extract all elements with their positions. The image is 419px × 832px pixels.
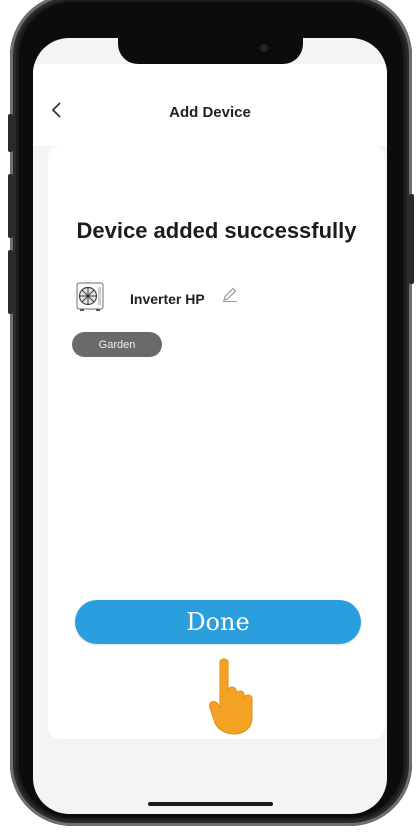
volume-up-button — [8, 174, 13, 238]
heat-pump-icon — [76, 282, 104, 311]
success-message: Device added successfully — [76, 218, 357, 243]
front-camera — [260, 44, 268, 52]
pencil-icon[interactable] — [222, 286, 238, 302]
mute-switch — [8, 114, 13, 152]
result-card: Device added successfully Inverter HP Ga… — [48, 146, 385, 739]
page-title: Add Device — [169, 104, 251, 121]
home-indicator[interactable] — [148, 802, 273, 806]
room-chip[interactable]: Garden — [72, 332, 162, 357]
notch — [118, 38, 303, 64]
device-name: Inverter HP — [130, 291, 205, 307]
app-screen: Add Device Device added successfully Inv… — [33, 38, 387, 814]
done-button[interactable]: Done — [75, 600, 361, 644]
power-button — [409, 194, 414, 284]
tap-hand-icon — [209, 658, 253, 735]
volume-down-button — [8, 250, 13, 314]
